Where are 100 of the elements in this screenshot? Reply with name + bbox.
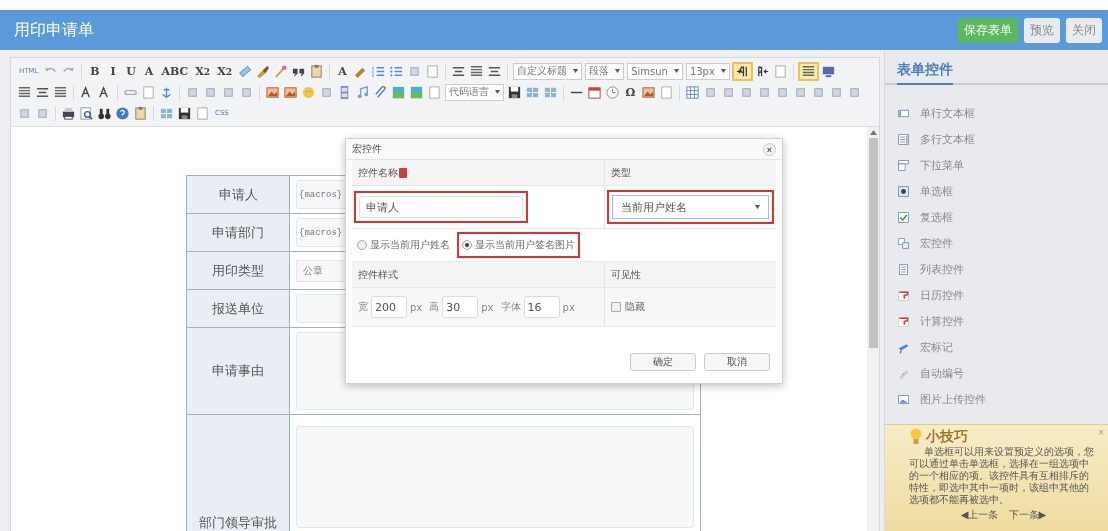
control-item[interactable]: 列表控件	[897, 256, 1108, 282]
format-button[interactable]: ABC	[159, 63, 191, 79]
page-icon[interactable]	[141, 84, 156, 100]
caret-icon	[615, 69, 621, 73]
control-item[interactable]: 自动编号	[897, 360, 1108, 386]
scrollbar[interactable]	[867, 127, 879, 531]
header-button[interactable]: 预览	[1024, 17, 1060, 43]
page-icon[interactable]	[425, 63, 441, 79]
unit-label: px	[562, 301, 575, 313]
caret-icon	[755, 205, 760, 209]
size-label: 宽	[358, 300, 368, 314]
control-icon	[897, 184, 910, 198]
calendar-icon[interactable]	[587, 84, 602, 100]
dialog-button[interactable]: 确定	[630, 353, 696, 371]
next-link[interactable]: 下一条▶	[1008, 508, 1047, 522]
caret-icon	[673, 69, 679, 73]
lines-icon[interactable]	[53, 84, 68, 100]
control-item[interactable]: 宏标记	[897, 334, 1108, 360]
caret-icon	[495, 90, 500, 94]
toolbar-dropdown[interactable]: 13px	[685, 62, 730, 80]
form-label: 用印类型	[186, 251, 290, 290]
map-icon[interactable]	[409, 84, 424, 100]
control-icon	[897, 392, 910, 406]
table-icon[interactable]	[685, 84, 700, 100]
format-button[interactable]: U	[123, 63, 139, 79]
control-icon	[897, 288, 910, 302]
clock-icon[interactable]	[605, 84, 620, 100]
save-icon[interactable]	[177, 105, 192, 121]
lines-icon[interactable]	[469, 63, 485, 79]
caret-icon	[573, 69, 579, 73]
header-button[interactable]: 关闭	[1066, 17, 1102, 43]
tip-title: 小技巧	[926, 428, 968, 446]
toolbar-dropdown[interactable]: Simsun	[627, 62, 683, 80]
type-dropdown[interactable]: 当前用户姓名	[612, 195, 769, 219]
format-button[interactable]: A	[141, 63, 157, 79]
unit-label: px	[410, 301, 423, 313]
size-field[interactable]: 16	[523, 296, 560, 318]
control-icon	[897, 158, 910, 172]
close-button[interactable]: ×	[1098, 427, 1104, 438]
format-button[interactable]: Ω	[623, 84, 638, 100]
unit-label: px	[481, 301, 494, 313]
form-label: 申请部门	[186, 213, 290, 252]
close-button[interactable]: ×	[763, 142, 776, 156]
page-icon[interactable]	[659, 84, 674, 100]
music-icon[interactable]	[355, 84, 370, 100]
scroll-up-icon[interactable]	[869, 130, 877, 135]
control-item[interactable]: 单行文本框	[897, 100, 1108, 126]
field-label: 类型	[604, 160, 776, 186]
image-icon[interactable]	[265, 84, 280, 100]
page-icon[interactable]	[427, 84, 442, 100]
hidden-checkbox[interactable]	[611, 302, 621, 312]
clipboard-icon[interactable]	[133, 105, 148, 121]
name-field[interactable]: 申请人	[359, 196, 523, 218]
control-item[interactable]: 宏控件	[897, 230, 1108, 256]
magnifier-icon[interactable]	[79, 105, 94, 121]
radio-option[interactable]: 显示当前用户签名图片	[457, 232, 580, 258]
image-icon[interactable]	[641, 84, 656, 100]
printer-icon[interactable]	[61, 105, 76, 121]
caret-icon	[720, 69, 726, 73]
paperclip-icon[interactable]	[373, 84, 388, 100]
section-label: 控件样式	[352, 262, 604, 288]
ltr-icon[interactable]	[732, 62, 752, 80]
toolbar-dropdown[interactable]: 自定义标题	[513, 62, 583, 80]
control-item[interactable]: 图片上传控件	[897, 386, 1108, 412]
size-field[interactable]: 30	[442, 296, 479, 318]
control-icon	[897, 262, 910, 276]
radio-option[interactable]: 显示当前用户姓名	[352, 232, 455, 258]
field-label: 控件名称	[358, 165, 398, 180]
page-title: 用印申请单	[14, 19, 95, 41]
form-label: 报送单位	[186, 289, 290, 328]
form-label: 部门领导审批	[186, 414, 290, 531]
control-item[interactable]: 多行文本框	[897, 126, 1108, 152]
toolbar-dropdown[interactable]: 段落	[585, 62, 625, 80]
control-item[interactable]: 下拉菜单	[897, 152, 1108, 178]
size-field[interactable]: 200	[371, 296, 407, 318]
lines-icon[interactable]	[17, 84, 32, 100]
control-icon	[897, 314, 910, 328]
previous-link[interactable]: ◀上一条	[960, 508, 999, 522]
panel-title[interactable]: 表单控件	[897, 61, 953, 85]
help-icon[interactable]	[115, 105, 130, 121]
form-label: 申请事由	[186, 327, 290, 415]
lines-icon[interactable]	[798, 62, 818, 80]
brush-icon[interactable]	[255, 63, 271, 79]
form-label: 申请人	[186, 175, 290, 214]
format-button[interactable]: I	[105, 63, 121, 79]
control-icon	[897, 210, 910, 224]
control-item[interactable]: 单选框	[897, 178, 1108, 204]
map-icon[interactable]	[391, 84, 406, 100]
toolbar-dropdown[interactable]: 代码语言	[445, 83, 504, 101]
format-button[interactable]: A	[335, 63, 351, 79]
tip-text: 单选框可以用来设置预定义的选项，您可以通过单击单选框，选择在一组选项中的一个相应的项。该控件具有互相排斥的特性，即选中其中一项时，该组中其他的选项都不能再被选中。	[909, 446, 1095, 506]
control-item[interactable]: 日历控件	[897, 282, 1108, 308]
image-icon[interactable]	[283, 84, 298, 100]
control-item[interactable]: 计算控件	[897, 308, 1108, 334]
format-button[interactable]: B	[87, 63, 103, 79]
save-icon[interactable]	[507, 84, 522, 100]
control-item[interactable]: 复选框	[897, 204, 1108, 230]
dialog-button[interactable]: 取消	[704, 353, 770, 371]
clipboard-icon[interactable]	[309, 63, 325, 79]
size-label: 高	[429, 300, 440, 314]
